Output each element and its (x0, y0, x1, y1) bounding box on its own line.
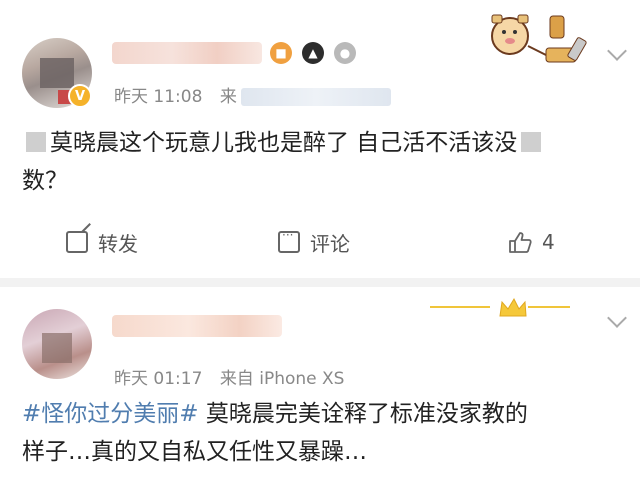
avatar[interactable] (22, 309, 92, 379)
chevron-down-icon[interactable] (607, 308, 627, 328)
post-meta: 昨天 11:08 来 (114, 82, 403, 107)
post-source: 来自 iPhone XS (219, 369, 345, 389)
verified-badge-icon: V (68, 84, 92, 108)
silver-medal-icon[interactable]: ● (334, 42, 356, 64)
post-meta-2: 昨天 01:17 来自 iPhone XS (114, 364, 356, 389)
repost-button[interactable]: 转发 (66, 222, 138, 262)
emoji-mask (26, 132, 46, 152)
share-icon (66, 231, 88, 253)
chevron-down-icon[interactable] (607, 41, 627, 61)
post-text: 莫晓晨这个玩意儿我也是醉了 自己活不活该没 数？ (22, 124, 618, 200)
post-time: 昨天 01:17 (114, 369, 203, 389)
comment-button[interactable]: 评论 (278, 222, 350, 262)
emoji-mask (521, 132, 542, 152)
hashtag-link[interactable]: #怪你过分美丽# (22, 401, 199, 427)
graduation-cap-icon[interactable]: ▲ (302, 42, 324, 64)
username-blurred[interactable] (112, 42, 262, 64)
post-text: #怪你过分美丽# 莫晓晨完美诠释了标准没家教的 样子…真的又自私又任性又暴躁… (22, 401, 528, 465)
post-source: 来 (219, 87, 237, 107)
like-button[interactable]: 4 (508, 222, 555, 262)
like-icon (509, 232, 532, 253)
action-bar: 转发 评论 4 (0, 222, 640, 262)
post-card-1: V ■ ▲ ● 昨天 11:08 来 莫晓晨这个玩意儿我也是醉了 自己活不活该没… (0, 0, 640, 278)
comment-icon (278, 228, 300, 253)
gift-medal-icon[interactable]: ■ (270, 42, 292, 64)
crown-decoration-icon (430, 297, 570, 317)
username-blurred[interactable] (112, 315, 282, 337)
post-time: 昨天 11:08 (114, 87, 203, 107)
source-blurred (240, 88, 391, 106)
cartoon-sticker-icon (491, 14, 587, 63)
